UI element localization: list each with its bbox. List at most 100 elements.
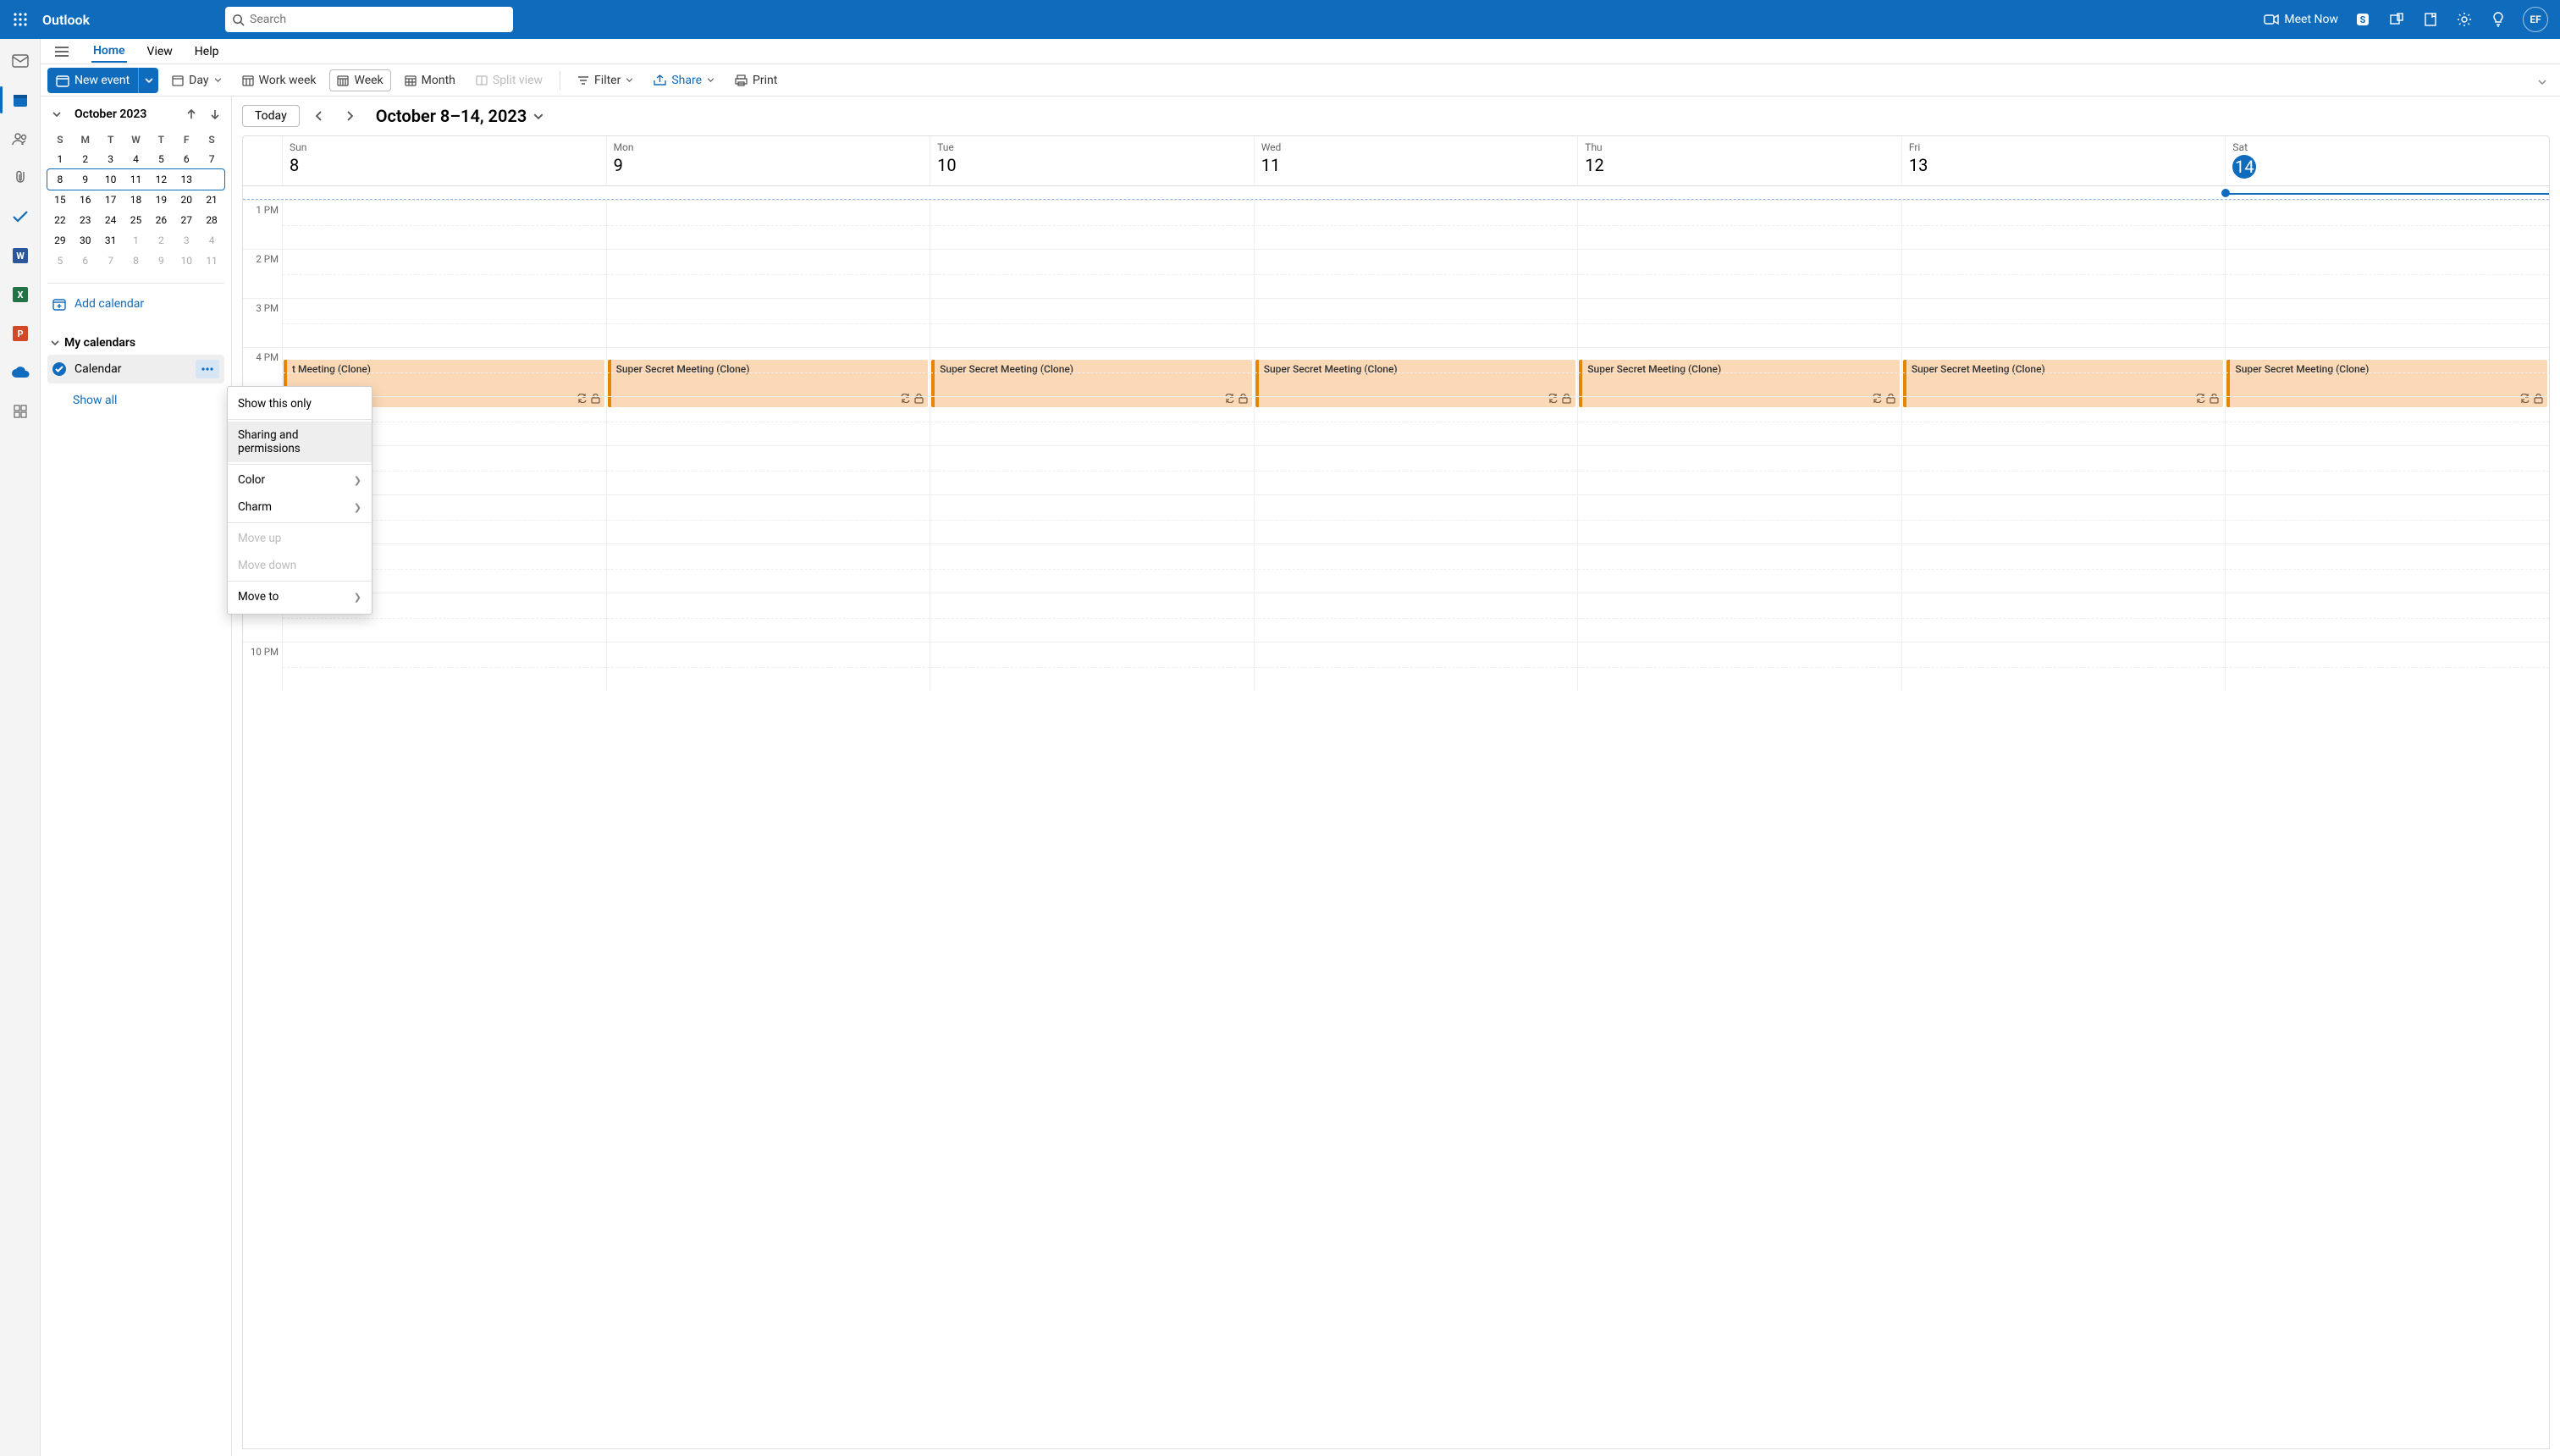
calendar-checkbox[interactable] xyxy=(52,362,66,376)
tab-view[interactable]: View xyxy=(146,41,174,62)
rail-powerpoint-icon[interactable]: P xyxy=(10,323,30,344)
time-grid-cell[interactable] xyxy=(606,298,930,347)
mini-cal-collapse-button[interactable] xyxy=(47,105,66,124)
mini-cal-day[interactable]: 7 xyxy=(98,251,124,271)
new-event-button[interactable]: New event xyxy=(47,68,158,93)
search-box[interactable] xyxy=(225,7,513,32)
view-workweek-button[interactable]: Work week xyxy=(235,70,323,91)
nav-toggle-button[interactable] xyxy=(51,41,73,63)
time-grid-cell[interactable] xyxy=(930,445,1254,494)
time-grid-cell[interactable] xyxy=(606,593,930,642)
time-grid-cell[interactable] xyxy=(1254,200,1578,249)
time-grid-cell[interactable] xyxy=(1254,396,1578,445)
time-grid-cell[interactable] xyxy=(1901,593,2226,642)
rail-files-icon[interactable] xyxy=(10,168,30,188)
time-grid-cell[interactable] xyxy=(2225,200,2549,249)
mini-cal-week-row[interactable]: 891011121314 xyxy=(47,169,224,190)
time-grid-cell[interactable] xyxy=(606,347,930,396)
app-launcher-button[interactable] xyxy=(0,0,41,39)
mini-cal-day[interactable]: 29 xyxy=(47,230,73,251)
time-grid-cell[interactable] xyxy=(1254,445,1578,494)
mini-cal-day[interactable]: 27 xyxy=(174,210,199,230)
mini-cal-day[interactable]: 17 xyxy=(98,190,124,210)
time-grid-cell[interactable] xyxy=(930,494,1254,543)
mini-cal-day[interactable]: 7 xyxy=(199,149,224,169)
mini-cal-day[interactable]: 8 xyxy=(124,251,149,271)
mini-cal-day[interactable]: 20 xyxy=(174,190,199,210)
mini-cal-week-row[interactable]: 2930311234 xyxy=(47,230,224,251)
mini-cal-day[interactable]: 4 xyxy=(124,149,149,169)
mini-cal-day[interactable]: 8 xyxy=(47,169,73,190)
mini-cal-day[interactable]: 10 xyxy=(174,251,199,271)
day-header-cell[interactable]: Sun8 xyxy=(282,136,606,185)
time-grid-cell[interactable] xyxy=(1901,249,2226,298)
time-grid-cell[interactable] xyxy=(1577,249,1901,298)
print-button[interactable]: Print xyxy=(728,70,784,91)
mini-cal-day[interactable]: 5 xyxy=(148,149,174,169)
view-day-button[interactable]: Day xyxy=(165,70,228,91)
account-avatar[interactable]: EF xyxy=(2523,7,2548,32)
mini-cal-day[interactable]: 25 xyxy=(124,210,149,230)
search-input[interactable] xyxy=(250,13,506,26)
mini-cal-week-row[interactable]: 1234567 xyxy=(47,149,224,169)
time-grid-cell[interactable] xyxy=(1577,445,1901,494)
day-header-cell[interactable]: Mon9 xyxy=(606,136,930,185)
time-grid-cell[interactable] xyxy=(1254,593,1578,642)
today-button[interactable]: Today xyxy=(242,105,300,127)
time-grid-cell[interactable] xyxy=(606,543,930,593)
my-calendars-group[interactable]: My calendars xyxy=(47,331,224,355)
mini-cal-day[interactable]: 3 xyxy=(174,230,199,251)
time-grid-cell[interactable] xyxy=(930,298,1254,347)
time-grid-cell[interactable] xyxy=(606,445,930,494)
ctx-sharing-permissions[interactable]: Sharing and permissions xyxy=(228,422,372,462)
meet-now-button[interactable]: Meet Now xyxy=(2264,13,2338,26)
time-grid-cell[interactable] xyxy=(606,249,930,298)
show-all-button[interactable]: Show all xyxy=(47,383,224,411)
mini-cal-day[interactable]: 18 xyxy=(124,190,149,210)
mini-cal-next-button[interactable] xyxy=(206,105,224,124)
time-grid-cell[interactable] xyxy=(1254,494,1578,543)
ribbon-expand-button[interactable] xyxy=(2538,72,2553,88)
mini-cal-day[interactable]: 1 xyxy=(47,149,73,169)
time-grid-cell[interactable] xyxy=(1577,593,1901,642)
time-grid-cell[interactable] xyxy=(1577,494,1901,543)
day-header-cell[interactable]: Sat14 xyxy=(2225,136,2549,185)
time-grid-cell[interactable] xyxy=(282,642,606,691)
time-grid-cell[interactable] xyxy=(930,543,1254,593)
mini-cal-day[interactable]: 15 xyxy=(47,190,73,210)
day-header-cell[interactable]: Fri13 xyxy=(1901,136,2226,185)
day-header-cell[interactable]: Wed11 xyxy=(1254,136,1578,185)
time-grid-cell[interactable] xyxy=(1577,642,1901,691)
share-button[interactable]: Share xyxy=(647,70,721,91)
new-event-main[interactable]: New event xyxy=(47,74,138,87)
mini-cal-day[interactable]: 21 xyxy=(199,190,224,210)
mini-cal-day[interactable]: 11 xyxy=(124,169,149,190)
time-grid-cell[interactable] xyxy=(606,494,930,543)
mini-cal-day[interactable]: 30 xyxy=(73,230,98,251)
time-grid-cell[interactable] xyxy=(1901,494,2226,543)
mini-cal-day[interactable]: 24 xyxy=(98,210,124,230)
calendar-more-button[interactable] xyxy=(196,360,219,378)
time-grid-cell[interactable] xyxy=(1901,396,2226,445)
time-grid-cell[interactable] xyxy=(606,396,930,445)
time-grid-cell[interactable] xyxy=(1577,200,1901,249)
time-grid-cell[interactable] xyxy=(1901,642,2226,691)
mini-cal-day[interactable]: 4 xyxy=(199,230,224,251)
time-grid-cell[interactable] xyxy=(1254,249,1578,298)
mini-cal-week-row[interactable]: 15161718192021 xyxy=(47,190,224,210)
rail-people-icon[interactable] xyxy=(10,129,30,149)
mini-cal-day[interactable]: 28 xyxy=(199,210,224,230)
mini-cal-day[interactable]: 11 xyxy=(199,251,224,271)
mini-cal-day[interactable]: 22 xyxy=(47,210,73,230)
mini-cal-day[interactable]: 13 xyxy=(174,169,199,190)
mini-cal-day[interactable]: 23 xyxy=(73,210,98,230)
ctx-show-only[interactable]: Show this only xyxy=(228,390,372,417)
time-grid-cell[interactable] xyxy=(930,347,1254,396)
time-grid-cell[interactable] xyxy=(930,593,1254,642)
time-grid-cell[interactable] xyxy=(2225,593,2549,642)
teams-icon[interactable] xyxy=(2387,10,2406,29)
ctx-move-to[interactable]: Move to❯ xyxy=(228,583,372,610)
mini-cal-day[interactable]: 9 xyxy=(73,169,98,190)
prev-week-button[interactable] xyxy=(308,105,330,127)
ctx-color[interactable]: Color❯ xyxy=(228,466,372,494)
